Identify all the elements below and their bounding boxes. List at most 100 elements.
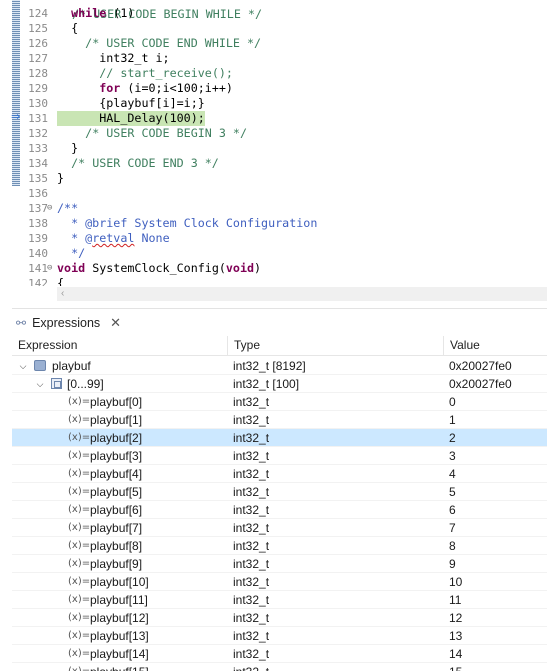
variable-icon: (x)= [68, 432, 91, 443]
table-row[interactable]: (x)=playbuf[15] int32_t 15 [12, 663, 547, 671]
close-icon[interactable]: ✕ [110, 315, 121, 331]
table-row[interactable]: (x)= playbuf[0] int32_t 0 [12, 393, 547, 411]
expression-cell: (x)= playbuf[12] [12, 609, 228, 627]
expression-cell: (x)= playbuf[5] [12, 483, 228, 501]
table-row[interactable]: (x)= playbuf[1] int32_t 1 [12, 411, 547, 429]
value-cell[interactable]: 8 [449, 537, 547, 555]
tab-expressions[interactable]: ⚯ Expressions ✕ [12, 309, 129, 336]
table-row[interactable]: (x)= playbuf[10] int32_t 10 [12, 573, 547, 591]
code-line[interactable]: 136 [0, 186, 547, 201]
table-row[interactable]: (x)= playbuf[4] int32_t 4 [12, 465, 547, 483]
fold-toggle-icon[interactable]: ⊖ [47, 201, 56, 216]
value-cell[interactable]: 14 [449, 645, 547, 663]
code-line[interactable]: 135} [0, 171, 547, 186]
code-line[interactable]: 140 */ [0, 246, 547, 261]
expressions-table[interactable]: Expression Type Value ⌵ playbuf int32_t [8… [12, 336, 547, 671]
code-line[interactable]: 129 for (i=0;i<100;i++) [0, 81, 547, 96]
code-line[interactable]: 137 ⊖/** [0, 201, 547, 216]
value-cell[interactable]: 0 [449, 393, 547, 411]
code-text: /* USER CODE END 3 */ [57, 156, 219, 171]
code-line[interactable]: 130 {playbuf[i]=i;} [0, 96, 547, 111]
value-cell[interactable]: 2 [449, 429, 547, 447]
code-token: } [57, 141, 79, 155]
code-line[interactable]: 126 /* USER CODE END WHILE */ [0, 36, 547, 51]
code-line[interactable]: 141 ⊖ void SystemClock_Config(void) [0, 261, 547, 276]
table-row[interactable]: (x)= playbuf[6] int32_t 6 [12, 501, 547, 519]
line-number: 130 [28, 97, 48, 110]
type-cell: int32_t [8192] [233, 359, 306, 373]
expand-chevron-icon[interactable]: ⌵ [18, 357, 28, 375]
code-text: // start_receive(); [57, 66, 233, 81]
code-line[interactable]: 134 /* USER CODE END 3 */ [0, 156, 547, 171]
value-cell[interactable]: 1 [449, 411, 547, 429]
value-cell[interactable]: 6 [449, 501, 547, 519]
table-row[interactable]: (x)= playbuf[12] int32_t 12 [12, 609, 547, 627]
type-cell: int32_t [233, 485, 270, 499]
column-header-value[interactable]: Value [444, 336, 547, 355]
expand-chevron-icon[interactable]: ⌵ [35, 375, 45, 393]
code-editor[interactable]: /* USER CODE BEGIN WHILE */ 124 while (1… [0, 0, 547, 286]
code-keyword: void [225, 261, 255, 275]
variable-icon: (x)= [68, 504, 91, 515]
value-cell[interactable]: 0x20027fe0 [449, 357, 547, 375]
table-row[interactable]: (x)= playbuf[2] int32_t 2 [12, 429, 547, 447]
code-comment: // start_receive(); [99, 66, 233, 80]
value-cell[interactable]: 12 [449, 609, 547, 627]
type-cell: int32_t [233, 575, 270, 589]
table-row[interactable]: (x)= playbuf[11] int32_t 11 [12, 591, 547, 609]
table-row[interactable]: (x)= playbuf[5] int32_t 5 [12, 483, 547, 501]
variable-icon: (x)= [68, 396, 91, 407]
value-cell[interactable]: 11 [449, 591, 547, 609]
code-line[interactable]: 133 } [0, 141, 547, 156]
code-token: { [57, 21, 79, 35]
variable-icon: (x)= [68, 558, 91, 569]
code-token: (i=0;i<100;i++) [120, 81, 233, 95]
type-cell: int32_t [233, 557, 270, 571]
type-cell: int32_t [233, 611, 270, 625]
code-line[interactable]: 127 int32_t i; [0, 51, 547, 66]
value-cell[interactable]: 7 [449, 519, 547, 537]
line-number: 129 [28, 82, 48, 95]
code-text: * @retval None [57, 231, 170, 246]
table-row[interactable]: (x)= playbuf[8] int32_t 8 [12, 537, 547, 555]
type-cell: int32_t [233, 647, 270, 661]
value-cell[interactable]: 3 [449, 447, 547, 465]
column-header-expression[interactable]: Expression [12, 336, 228, 355]
value-cell[interactable]: 13 [449, 627, 547, 645]
expression-cell: (x)= playbuf[0] [12, 393, 228, 411]
value-cell[interactable]: 15 [449, 663, 547, 671]
expression-cell: (x)=playbuf[15] [12, 663, 228, 671]
code-line[interactable]: 131 HAL_Delay(100); [0, 111, 547, 126]
code-text: int32_t i; [57, 51, 169, 66]
column-header-type[interactable]: Type [228, 336, 444, 355]
expression-cell: (x)= playbuf[7] [12, 519, 228, 537]
code-line[interactable]: 142 { [0, 276, 547, 286]
value-cell[interactable]: 0x20027fe0 [449, 375, 547, 393]
table-row[interactable]: (x)= playbuf[14] int32_t 14 [12, 645, 547, 663]
value-cell[interactable]: 9 [449, 555, 547, 573]
value-cell[interactable]: 5 [449, 483, 547, 501]
table-row[interactable]: (x)= playbuf[9] int32_t 9 [12, 555, 547, 573]
table-row[interactable]: (x)= playbuf[7] int32_t 7 [12, 519, 547, 537]
expression-cell: (x)= playbuf[3] [12, 447, 228, 465]
code-line[interactable]: 132 /* USER CODE BEGIN 3 */ [0, 126, 547, 141]
fold-toggle-icon[interactable]: ⊖ [47, 261, 56, 276]
table-row[interactable]: ⌵ [0...99] int32_t [100] 0x20027fe0 [12, 375, 547, 393]
value-cell[interactable]: 10 [449, 573, 547, 591]
code-line[interactable]: 138 * @brief System Clock Configuration [0, 216, 547, 231]
expression-cell: (x)= playbuf[14] [12, 645, 228, 663]
table-row[interactable]: ⌵ playbuf int32_t [8192] 0x20027fe0 [12, 357, 547, 375]
code-comment: /* USER CODE END WHILE */ [85, 36, 262, 50]
scroll-left-arrow-icon[interactable]: ‹ [61, 287, 64, 301]
horizontal-scrollbar[interactable]: ‹ [57, 287, 547, 301]
expression-name: playbuf[10] [90, 575, 149, 589]
code-line[interactable]: 124 while (1) [0, 6, 547, 21]
code-line[interactable]: 125 { [0, 21, 547, 36]
code-line[interactable]: 139 * @retval None [0, 231, 547, 246]
value-cell[interactable]: 4 [449, 465, 547, 483]
code-line[interactable]: 128 // start_receive(); [0, 66, 547, 81]
table-row[interactable]: (x)= playbuf[13] int32_t 13 [12, 627, 547, 645]
table-row[interactable]: (x)= playbuf[3] int32_t 3 [12, 447, 547, 465]
code-text: */ [57, 246, 85, 261]
